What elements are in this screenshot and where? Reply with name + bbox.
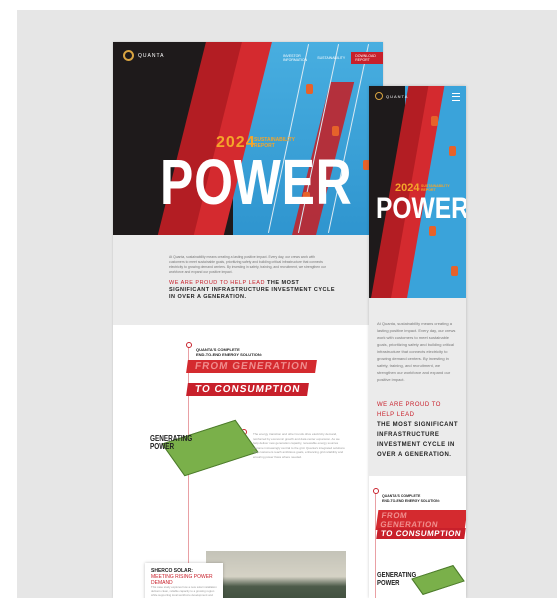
mobile-solution-label: QUANTA'S COMPLETE END-TO-END ENERGY SOLU… xyxy=(382,494,440,503)
mobile-intro-lead-bold: THE MOST SIGNIFICANT INFRASTRUCTURE INVE… xyxy=(377,422,458,458)
canvas: QUANTA INVESTOR INFORMATION SUSTAINABILI… xyxy=(0,0,558,598)
mobile-logo-text: QUANTA xyxy=(386,93,409,99)
site-logo[interactable]: QUANTA xyxy=(123,50,164,61)
mobile-hero: QUANTA 2024 SUSTAINABILITY REPORT POWER xyxy=(369,86,466,298)
timeline-dot xyxy=(186,342,192,348)
logo-mark-icon xyxy=(375,92,383,100)
intro-section: At Quanta, sustainability means creating… xyxy=(113,235,383,325)
hero-headline: POWER xyxy=(160,146,353,218)
intro-lead-light: WE ARE PROUD TO HELP LEAD xyxy=(169,280,265,286)
intro-lead: WE ARE PROUD TO HELP LEAD THE MOST SIGNI… xyxy=(169,280,339,301)
mobile-solution-label-line-2: END-TO-END ENERGY SOLUTION: xyxy=(382,498,440,503)
energy-solution-section: QUANTA'S COMPLETE END-TO-END ENERGY SOLU… xyxy=(113,325,383,598)
download-report-button[interactable]: DOWNLOAD REPORT xyxy=(351,52,383,64)
timeline-dot xyxy=(373,488,379,494)
generating-power-title: GENERATING POWER xyxy=(150,435,192,451)
desktop-hero: QUANTA INVESTOR INFORMATION SUSTAINABILI… xyxy=(113,42,383,235)
lineworker-figure xyxy=(431,116,438,126)
lineworker-figure xyxy=(332,126,339,136)
mobile-energy-solution-section: QUANTA'S COMPLETE END-TO-END ENERGY SOLU… xyxy=(369,476,466,598)
mobile-banner-to-consumption: TO CONSUMPTION xyxy=(376,528,466,539)
mobile-report-label: SUSTAINABILITY REPORT xyxy=(421,184,450,192)
mobile-solar-farm-illustration xyxy=(411,565,465,595)
nav-sustainability-link[interactable]: SUSTAINABILITY xyxy=(317,56,345,60)
mobile-intro-lead: WE ARE PROUD TO HELP LEAD THE MOST SIGNI… xyxy=(377,400,459,460)
solution-label-line-2: END-TO-END ENERGY SOLUTION: xyxy=(196,352,263,357)
mobile-banner-from-generation: FROM GENERATION xyxy=(375,510,466,530)
lineworker-figure xyxy=(451,266,458,276)
generating-title-line-2: POWER xyxy=(150,442,175,451)
logo-mark-icon xyxy=(123,50,134,61)
mobile-hero-headline: POWER xyxy=(376,192,466,225)
banner-from-generation: FROM GENERATION xyxy=(186,360,318,373)
banner-to-consumption: TO CONSUMPTION xyxy=(186,383,310,396)
lineworker-figure xyxy=(306,84,313,94)
lineworker-figure xyxy=(449,146,456,156)
mobile-intro-paragraph: At Quanta, sustainability means creating… xyxy=(377,321,456,382)
hamburger-icon[interactable] xyxy=(452,93,460,101)
case-study-card: SHERCO SOLAR: MEETING RISING POWER DEMAN… xyxy=(145,563,223,598)
mobile-intro-section: At Quanta, sustainability means creating… xyxy=(369,298,466,476)
mobile-page-mockup: QUANTA 2024 SUSTAINABILITY REPORT POWER … xyxy=(369,86,466,598)
intro-paragraph: At Quanta, sustainability means creating… xyxy=(169,255,326,274)
mobile-site-logo[interactable]: QUANTA xyxy=(375,92,408,100)
mobile-intro-lead-light: WE ARE PROUD TO HELP LEAD xyxy=(377,402,441,418)
lineworker-figure xyxy=(429,226,436,236)
mobile-generating-title-line-2: POWER xyxy=(377,580,400,587)
case-study-heading: SHERCO SOLAR: MEETING RISING POWER DEMAN… xyxy=(151,568,223,586)
case-study-text: This case study explores how a new solar… xyxy=(151,585,217,598)
desktop-page-mockup: QUANTA INVESTOR INFORMATION SUSTAINABILI… xyxy=(113,42,383,598)
solar-field-photo xyxy=(206,551,346,598)
timeline-line xyxy=(375,490,376,598)
nav-investor-link[interactable]: INVESTOR INFORMATION xyxy=(283,54,311,62)
top-nav: INVESTOR INFORMATION SUSTAINABILITY DOWN… xyxy=(283,52,383,64)
generating-power-paragraph: The energy transition and other trends d… xyxy=(253,432,345,459)
mobile-generating-title-line-1: GENERATING xyxy=(377,572,417,579)
logo-text: QUANTA xyxy=(138,52,165,59)
solution-label: QUANTA'S COMPLETE END-TO-END ENERGY SOLU… xyxy=(196,347,262,357)
mobile-generating-power-title: GENERATING POWER xyxy=(377,572,416,588)
